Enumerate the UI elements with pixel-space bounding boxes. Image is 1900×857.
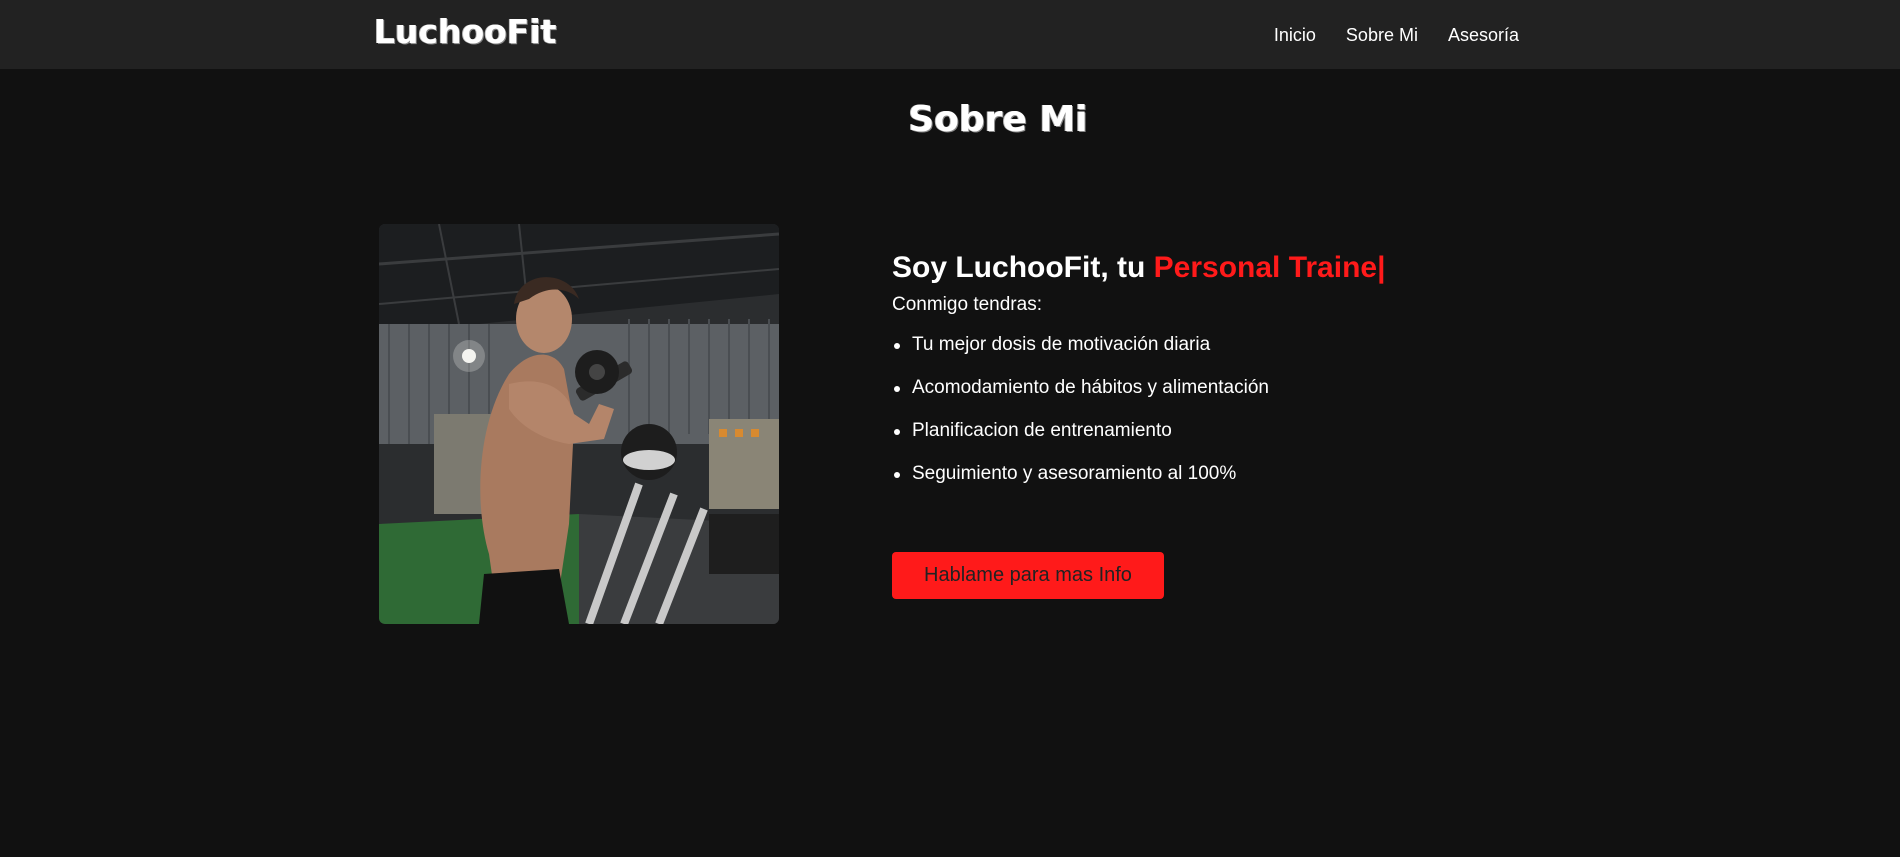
feature-item: Tu mejor dosis de motivación diaria	[892, 332, 1532, 358]
site-logo[interactable]: LuchooFit	[374, 12, 557, 52]
features-list: Tu mejor dosis de motivación diaria Acom…	[892, 332, 1532, 487]
trainer-photo	[379, 224, 779, 624]
section-title: Sobre Mi	[0, 98, 1900, 142]
section-title-text: Sobre Mi	[908, 99, 1088, 140]
about-headline: Soy LuchooFit, tu Personal Traine|	[892, 250, 1532, 286]
contact-button[interactable]: Hablame para mas Info	[892, 552, 1164, 599]
nav-link-asesoria[interactable]: Asesoría	[1448, 23, 1519, 47]
headline-prefix: Soy LuchooFit, tu	[892, 251, 1154, 284]
nav-links: Inicio Sobre Mi Asesoría	[1274, 0, 1519, 69]
feature-item: Planificacion de entrenamiento	[892, 418, 1532, 444]
about-content: Soy LuchooFit, tu Personal Traine| Conmi…	[892, 250, 1532, 599]
feature-item: Acomodamiento de hábitos y alimentación	[892, 375, 1532, 401]
feature-item: Seguimiento y asesoramiento al 100%	[892, 461, 1532, 487]
navbar: LuchooFit Inicio Sobre Mi Asesoría	[0, 0, 1900, 69]
nav-link-sobre-mi[interactable]: Sobre Mi	[1346, 23, 1418, 47]
nav-link-inicio[interactable]: Inicio	[1274, 23, 1316, 47]
trainer-photo-illustration	[379, 224, 779, 624]
about-intro: Conmigo tendras:	[892, 294, 1042, 315]
headline-accent: Personal Traine|	[1153, 251, 1386, 284]
